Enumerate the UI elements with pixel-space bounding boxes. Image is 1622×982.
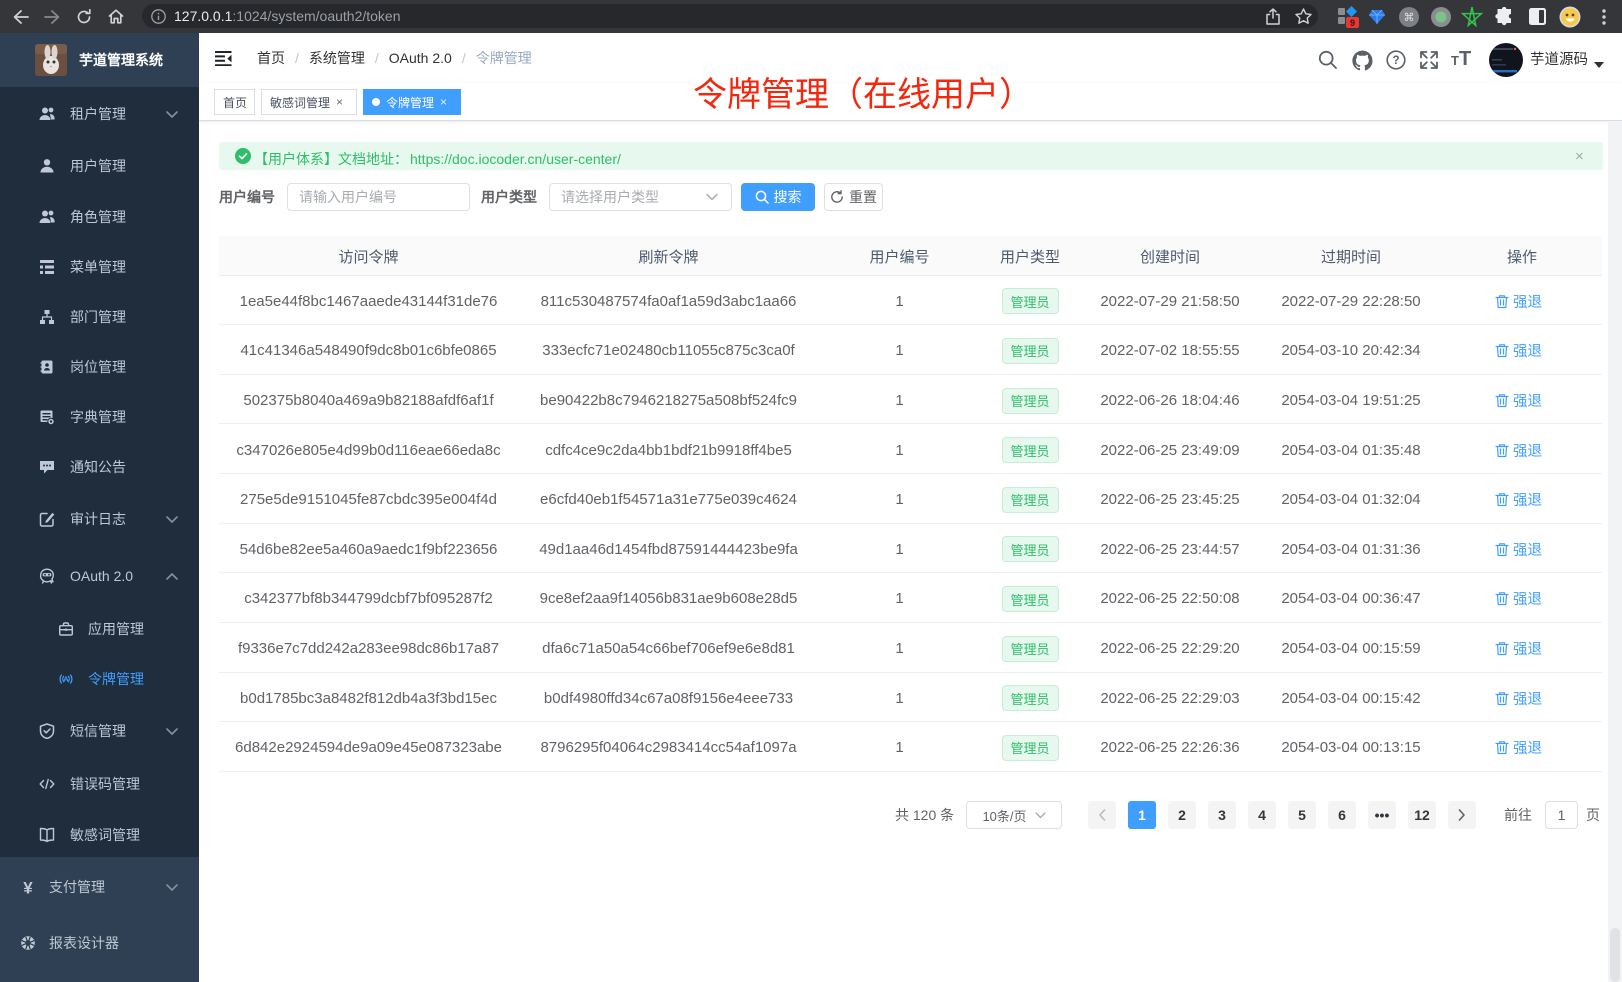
svg-text:⌘: ⌘ bbox=[1404, 12, 1415, 24]
svg-text:¥: ¥ bbox=[23, 879, 33, 895]
svg-text:?: ? bbox=[1392, 55, 1399, 67]
svg-text:A: A bbox=[63, 675, 69, 684]
svg-text:9: 9 bbox=[1350, 18, 1355, 28]
